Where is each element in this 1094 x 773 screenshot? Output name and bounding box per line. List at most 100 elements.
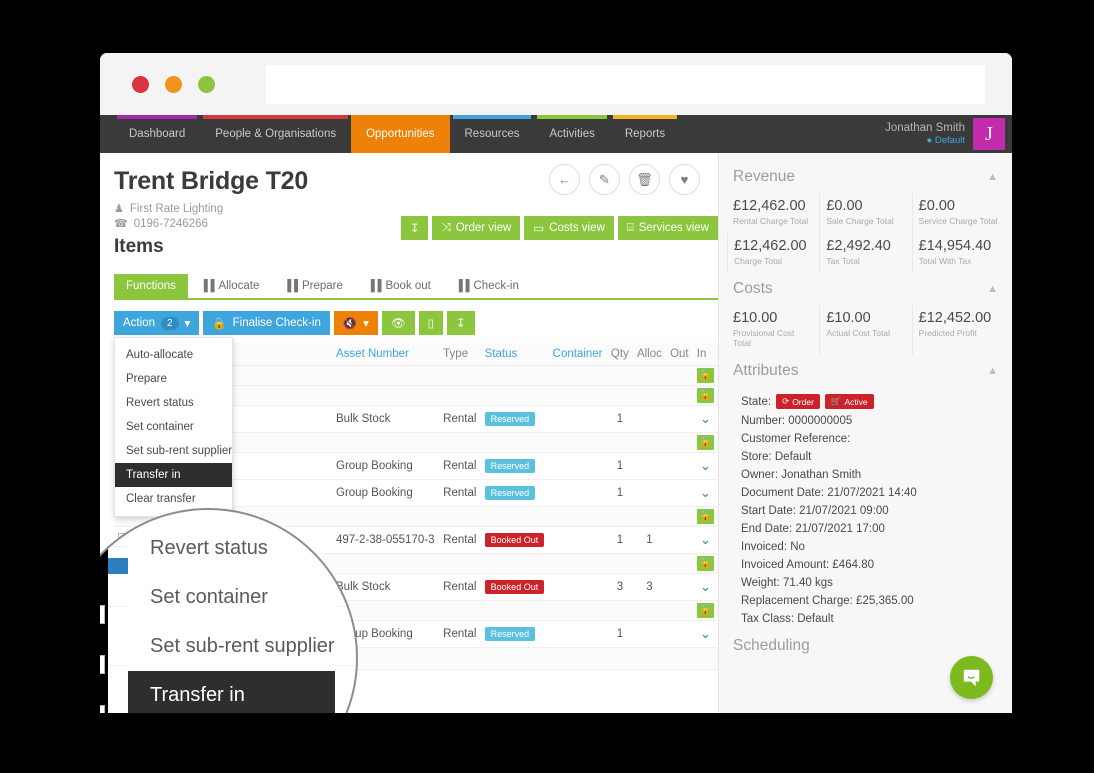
state-badge-order: ⟳ Order xyxy=(776,394,820,409)
magnified-menu-item-set-sub-rent-supplier[interactable]: Set sub-rent supplier xyxy=(128,622,335,671)
magnifier-row-checkbox[interactable] xyxy=(100,655,105,674)
tab-book-out[interactable]: ▐▐ Book out xyxy=(355,274,443,298)
row-qty-cell: 1 xyxy=(606,620,633,648)
attribute-tax-class: Tax Class: Default xyxy=(741,613,834,625)
customer-name[interactable]: First Rate Lighting xyxy=(130,203,223,215)
nav-item-reports[interactable]: Reports xyxy=(610,115,680,153)
col-asset-number[interactable]: Asset Number xyxy=(332,343,440,366)
chevron-up-icon[interactable]: ▲ xyxy=(987,365,998,377)
unlock-icon[interactable]: 🔓 xyxy=(696,603,714,618)
row-container-cell xyxy=(548,405,607,433)
barcode-icon: ▐▐ xyxy=(283,280,298,292)
col-container[interactable]: Container xyxy=(548,343,607,366)
maximise-window-dot[interactable] xyxy=(198,75,215,93)
revenue-section-header[interactable]: Revenue ▲ xyxy=(719,161,1012,193)
metric-label: Provisional Cost Total xyxy=(733,328,795,348)
services-view-label: Services view xyxy=(638,222,709,234)
attribute-document-date: Document Date: 21/07/2021 14:40 xyxy=(741,487,917,499)
chevron-down-icon[interactable]: ⌄ xyxy=(700,485,711,500)
row-asset-cell: Bulk Stock xyxy=(332,405,440,433)
menu-item-prepare[interactable]: Prepare xyxy=(115,367,232,391)
close-window-dot[interactable] xyxy=(132,75,149,93)
browser-chrome xyxy=(100,53,1012,115)
download-icon: ↧ xyxy=(455,318,466,330)
chevron-down-icon[interactable]: ⌄ xyxy=(700,579,711,594)
nav-item-activities[interactable]: Activities xyxy=(534,115,609,153)
avatar[interactable]: J xyxy=(973,118,1005,150)
nav-item-resources[interactable]: Resources xyxy=(450,115,535,153)
finalise-check-in-button[interactable]: 🔒 Finalise Check-in xyxy=(203,311,330,335)
tab-prepare[interactable]: ▐▐ Prepare xyxy=(271,274,355,298)
status-badge: Reserved xyxy=(484,486,536,500)
attribute-start-date: Start Date: 21/07/2021 09:00 xyxy=(741,505,889,517)
chat-launcher-button[interactable] xyxy=(950,656,993,699)
preview-button[interactable]: 👁 xyxy=(381,311,415,335)
costs-view-button[interactable]: ▭ Costs view xyxy=(524,216,614,240)
user-store-label: Default xyxy=(934,135,965,147)
download-view-button[interactable]: ↧ xyxy=(400,216,429,240)
status-badge: Reserved xyxy=(484,627,536,641)
unlock-icon[interactable]: 🔓 xyxy=(696,388,714,403)
menu-item-transfer-in[interactable]: Transfer in xyxy=(115,463,232,487)
chevron-down-icon[interactable]: ⌄ xyxy=(700,532,711,547)
magnified-menu-item-revert-status[interactable]: Revert status xyxy=(128,524,335,573)
tab-functions[interactable]: Functions xyxy=(114,274,188,298)
attribute-invoiced-amount: Invoiced Amount: £464.80 xyxy=(741,559,874,571)
costs-section-header[interactable]: Costs ▲ xyxy=(719,273,1012,305)
col-status[interactable]: Status xyxy=(480,343,549,366)
chevron-down-icon[interactable]: ⌄ xyxy=(700,411,711,426)
state-badge-active: 🛒 Active xyxy=(824,394,874,409)
row-container-cell xyxy=(548,573,607,601)
barcode-icon: ▐▐ xyxy=(366,280,382,292)
chevron-up-icon[interactable]: ▲ xyxy=(987,171,998,183)
action-dropdown-button[interactable]: Action 2 ▾ xyxy=(114,311,200,335)
nav-item-opportunities[interactable]: Opportunities xyxy=(351,115,450,153)
magnifier-row-checkbox[interactable] xyxy=(100,605,105,624)
favourite-button[interactable]: ♥ xyxy=(669,164,700,195)
nav-item-people-organisations[interactable]: People & Organisations xyxy=(200,115,351,153)
tab-allocate[interactable]: ▐▐ Allocate xyxy=(188,274,272,298)
metric-rental-charge-total: £12,462.00 Rental Charge Total xyxy=(727,193,819,233)
menu-item-revert-status[interactable]: Revert status xyxy=(115,391,232,415)
edit-button[interactable]: ✎ xyxy=(589,164,620,195)
chevron-up-icon[interactable]: ▲ xyxy=(987,283,998,295)
row-in-cell: ⌄ xyxy=(692,479,718,507)
export-button[interactable]: ↧ xyxy=(446,311,475,335)
delete-button[interactable]: 🗑 xyxy=(629,164,660,195)
user-menu[interactable]: Jonathan Smith ● Default J xyxy=(885,115,1012,153)
chevron-down-icon[interactable]: ⌄ xyxy=(700,458,711,473)
nav-accent-bar xyxy=(203,115,349,119)
row-in-cell: ⌄ xyxy=(692,573,718,601)
back-button[interactable]: ← xyxy=(549,164,580,195)
eye-icon: 👁 xyxy=(390,318,406,330)
menu-item-set-sub-rent-supplier[interactable]: Set sub-rent supplier xyxy=(115,439,232,463)
tab-label: Book out xyxy=(385,280,431,292)
unlock-icon[interactable]: 🔓 xyxy=(696,368,714,383)
row-container-cell xyxy=(548,479,607,507)
magnified-menu-item-set-container[interactable]: Set container xyxy=(128,573,335,622)
phone-icon: ☎ xyxy=(114,218,128,230)
menu-item-auto-allocate[interactable]: Auto-allocate xyxy=(115,343,232,367)
row-alloc-cell xyxy=(632,452,667,480)
barcode-icon: ▐▐ xyxy=(454,280,470,292)
unlock-icon[interactable]: 🔓 xyxy=(696,435,714,450)
tab-check-in[interactable]: ▐▐ Check-in xyxy=(443,274,531,298)
menu-item-set-container[interactable]: Set container xyxy=(115,415,232,439)
mute-button[interactable]: 🔇 ▾ xyxy=(333,311,378,335)
magnifier-row-checkbox[interactable] xyxy=(100,705,105,713)
nav-label: Resources xyxy=(464,128,520,140)
address-bar[interactable] xyxy=(266,64,985,104)
metric-predicted-profit: £12,452.00 Predicted Profit xyxy=(911,305,1004,355)
unlock-icon[interactable]: 🔓 xyxy=(696,509,714,524)
services-view-button[interactable]: ⌸ Services view xyxy=(617,216,718,240)
row-alloc-cell: 1 xyxy=(632,526,667,554)
unlock-icon[interactable]: 🔓 xyxy=(696,556,714,571)
browser-window: Dashboard People & Organisations Opportu… xyxy=(100,53,1012,713)
mobile-button[interactable]: ▯ xyxy=(418,311,443,335)
nav-item-dashboard[interactable]: Dashboard xyxy=(114,115,200,153)
order-view-button[interactable]: ⤨ Order view xyxy=(432,216,521,240)
magnified-menu-item-transfer-in[interactable]: Transfer in xyxy=(128,671,335,713)
chevron-down-icon[interactable]: ⌄ xyxy=(700,626,711,641)
attributes-section-header[interactable]: Attributes ▲ xyxy=(719,355,1012,387)
minimise-window-dot[interactable] xyxy=(165,75,182,93)
